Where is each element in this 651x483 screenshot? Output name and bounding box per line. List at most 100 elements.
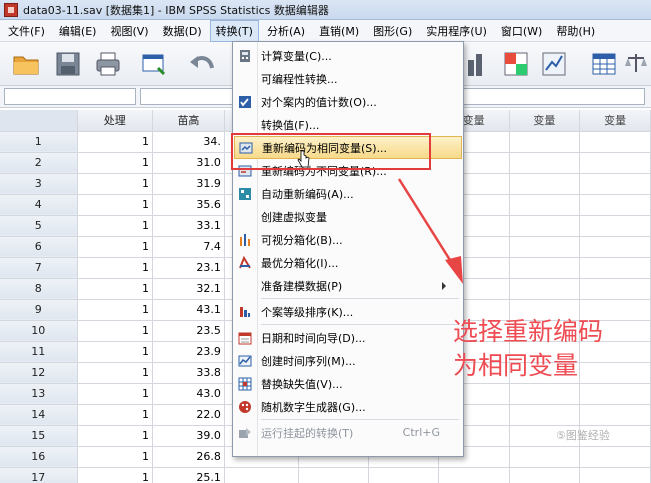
cell-treatment[interactable]: 1: [77, 404, 153, 426]
cell-treatment[interactable]: 1: [77, 341, 153, 363]
cell-seedling-height[interactable]: 33.1: [152, 215, 225, 237]
cell-seedling-height[interactable]: 23.9: [152, 341, 225, 363]
menu-programmability-transform[interactable]: 可编程性转换...: [234, 67, 462, 90]
row-number[interactable]: 17: [0, 467, 78, 483]
cell-seedling-height[interactable]: 23.5: [152, 320, 225, 342]
cell-empty[interactable]: [298, 467, 370, 483]
cell-empty[interactable]: [579, 467, 651, 483]
cell-empty[interactable]: [579, 173, 651, 195]
cell-treatment[interactable]: 1: [77, 152, 153, 174]
menu-run-pending-transforms[interactable]: 运行挂起的转换(T) Ctrl+G: [234, 421, 462, 444]
cell-empty[interactable]: [579, 194, 651, 216]
cell-empty[interactable]: [579, 215, 651, 237]
cell-empty[interactable]: [438, 467, 510, 483]
menu-utilities[interactable]: 实用程序(U): [420, 20, 493, 42]
menu-graphs[interactable]: 图形(G): [367, 20, 418, 42]
cell-empty[interactable]: [579, 278, 651, 300]
print-icon[interactable]: [92, 48, 124, 80]
menu-count-values[interactable]: 对个案内的值计数(O)...: [234, 90, 462, 113]
cell-seedling-height[interactable]: 31.9: [152, 173, 225, 195]
cell-seedling-height[interactable]: 33.8: [152, 362, 225, 384]
menu-analyze[interactable]: 分析(A): [261, 20, 311, 42]
cell-treatment[interactable]: 1: [77, 467, 153, 483]
cell-reference-input[interactable]: [4, 88, 136, 105]
row-number[interactable]: 7: [0, 257, 78, 279]
cell-treatment[interactable]: 1: [77, 425, 153, 447]
value-labels-icon[interactable]: [588, 48, 620, 80]
cell-empty[interactable]: [579, 404, 651, 426]
menu-view[interactable]: 视图(V): [104, 20, 154, 42]
cell-empty[interactable]: [368, 467, 439, 483]
menu-window[interactable]: 窗口(W): [495, 20, 548, 42]
menu-date-time-wizard[interactable]: 日期和时间向导(D)...: [234, 326, 462, 349]
cell-seedling-height[interactable]: 26.8: [152, 446, 225, 468]
cell-empty[interactable]: [509, 467, 581, 483]
save-icon[interactable]: [52, 48, 84, 80]
row-number[interactable]: 8: [0, 278, 78, 300]
row-number[interactable]: 16: [0, 446, 78, 468]
row-number[interactable]: 2: [0, 152, 78, 174]
cell-treatment[interactable]: 1: [77, 173, 153, 195]
cell-treatment[interactable]: 1: [77, 320, 153, 342]
cell-treatment[interactable]: 1: [77, 257, 153, 279]
cell-treatment[interactable]: 1: [77, 194, 153, 216]
menu-transform[interactable]: 转换(T): [209, 19, 259, 42]
row-number[interactable]: 9: [0, 299, 78, 321]
cell-seedling-height[interactable]: 31.0: [152, 152, 225, 174]
cell-treatment[interactable]: 1: [77, 215, 153, 237]
menu-data[interactable]: 数据(D): [157, 20, 208, 42]
column-header[interactable]: 苗高: [152, 110, 225, 132]
cell-seedling-height[interactable]: 43.0: [152, 383, 225, 405]
cell-seedling-height[interactable]: 32.1: [152, 278, 225, 300]
cell-empty[interactable]: [579, 152, 651, 174]
row-number[interactable]: 13: [0, 383, 78, 405]
open-folder-icon[interactable]: [10, 48, 42, 80]
cell-treatment[interactable]: 1: [77, 446, 153, 468]
grid-corner[interactable]: [0, 110, 78, 132]
cell-treatment[interactable]: 1: [77, 299, 153, 321]
column-header[interactable]: 变量: [579, 110, 651, 132]
menu-create-time-series[interactable]: 创建时间序列(M)...: [234, 349, 462, 372]
cell-empty[interactable]: [509, 278, 581, 300]
cell-empty[interactable]: [509, 257, 581, 279]
chart-icon[interactable]: [460, 48, 492, 80]
cell-empty[interactable]: [509, 173, 581, 195]
cell-empty[interactable]: [509, 404, 581, 426]
cell-empty[interactable]: [579, 446, 651, 468]
cell-seedling-height[interactable]: 34.: [152, 131, 225, 153]
cell-treatment[interactable]: 1: [77, 236, 153, 258]
row-number[interactable]: 14: [0, 404, 78, 426]
row-number[interactable]: 12: [0, 362, 78, 384]
row-number[interactable]: 15: [0, 425, 78, 447]
cell-empty[interactable]: [509, 215, 581, 237]
cell-seedling-height[interactable]: 43.1: [152, 299, 225, 321]
menu-edit[interactable]: 编辑(E): [53, 20, 103, 42]
cell-empty[interactable]: [579, 236, 651, 258]
cell-seedling-height[interactable]: 25.1: [152, 467, 225, 483]
cell-empty[interactable]: [509, 152, 581, 174]
cell-empty[interactable]: [579, 257, 651, 279]
column-header[interactable]: 变量: [509, 110, 581, 132]
cell-empty[interactable]: [509, 446, 581, 468]
dialog-recall-icon[interactable]: [138, 48, 170, 80]
cell-empty[interactable]: [579, 131, 651, 153]
menu-file[interactable]: 文件(F): [2, 20, 51, 42]
row-number[interactable]: 6: [0, 236, 78, 258]
cell-seedling-height[interactable]: 35.6: [152, 194, 225, 216]
cell-treatment[interactable]: 1: [77, 362, 153, 384]
cell-empty[interactable]: [509, 383, 581, 405]
cell-empty[interactable]: [509, 131, 581, 153]
split-file-icon[interactable]: [500, 48, 532, 80]
menu-compute-variable[interactable]: 计算变量(C)...: [234, 44, 462, 67]
menu-rank-cases[interactable]: 个案等级排序(K)...: [234, 300, 462, 323]
row-number[interactable]: 5: [0, 215, 78, 237]
undo-icon[interactable]: [186, 48, 218, 80]
cell-empty[interactable]: [509, 236, 581, 258]
weight-cases-icon[interactable]: [620, 48, 651, 80]
menu-replace-missing-values[interactable]: 替换缺失值(V)...: [234, 372, 462, 395]
cell-empty[interactable]: [224, 467, 300, 483]
menu-help[interactable]: 帮助(H): [550, 20, 601, 42]
menu-direct-marketing[interactable]: 直销(M): [313, 20, 365, 42]
select-cases-icon[interactable]: [538, 48, 570, 80]
row-number[interactable]: 1: [0, 131, 78, 153]
